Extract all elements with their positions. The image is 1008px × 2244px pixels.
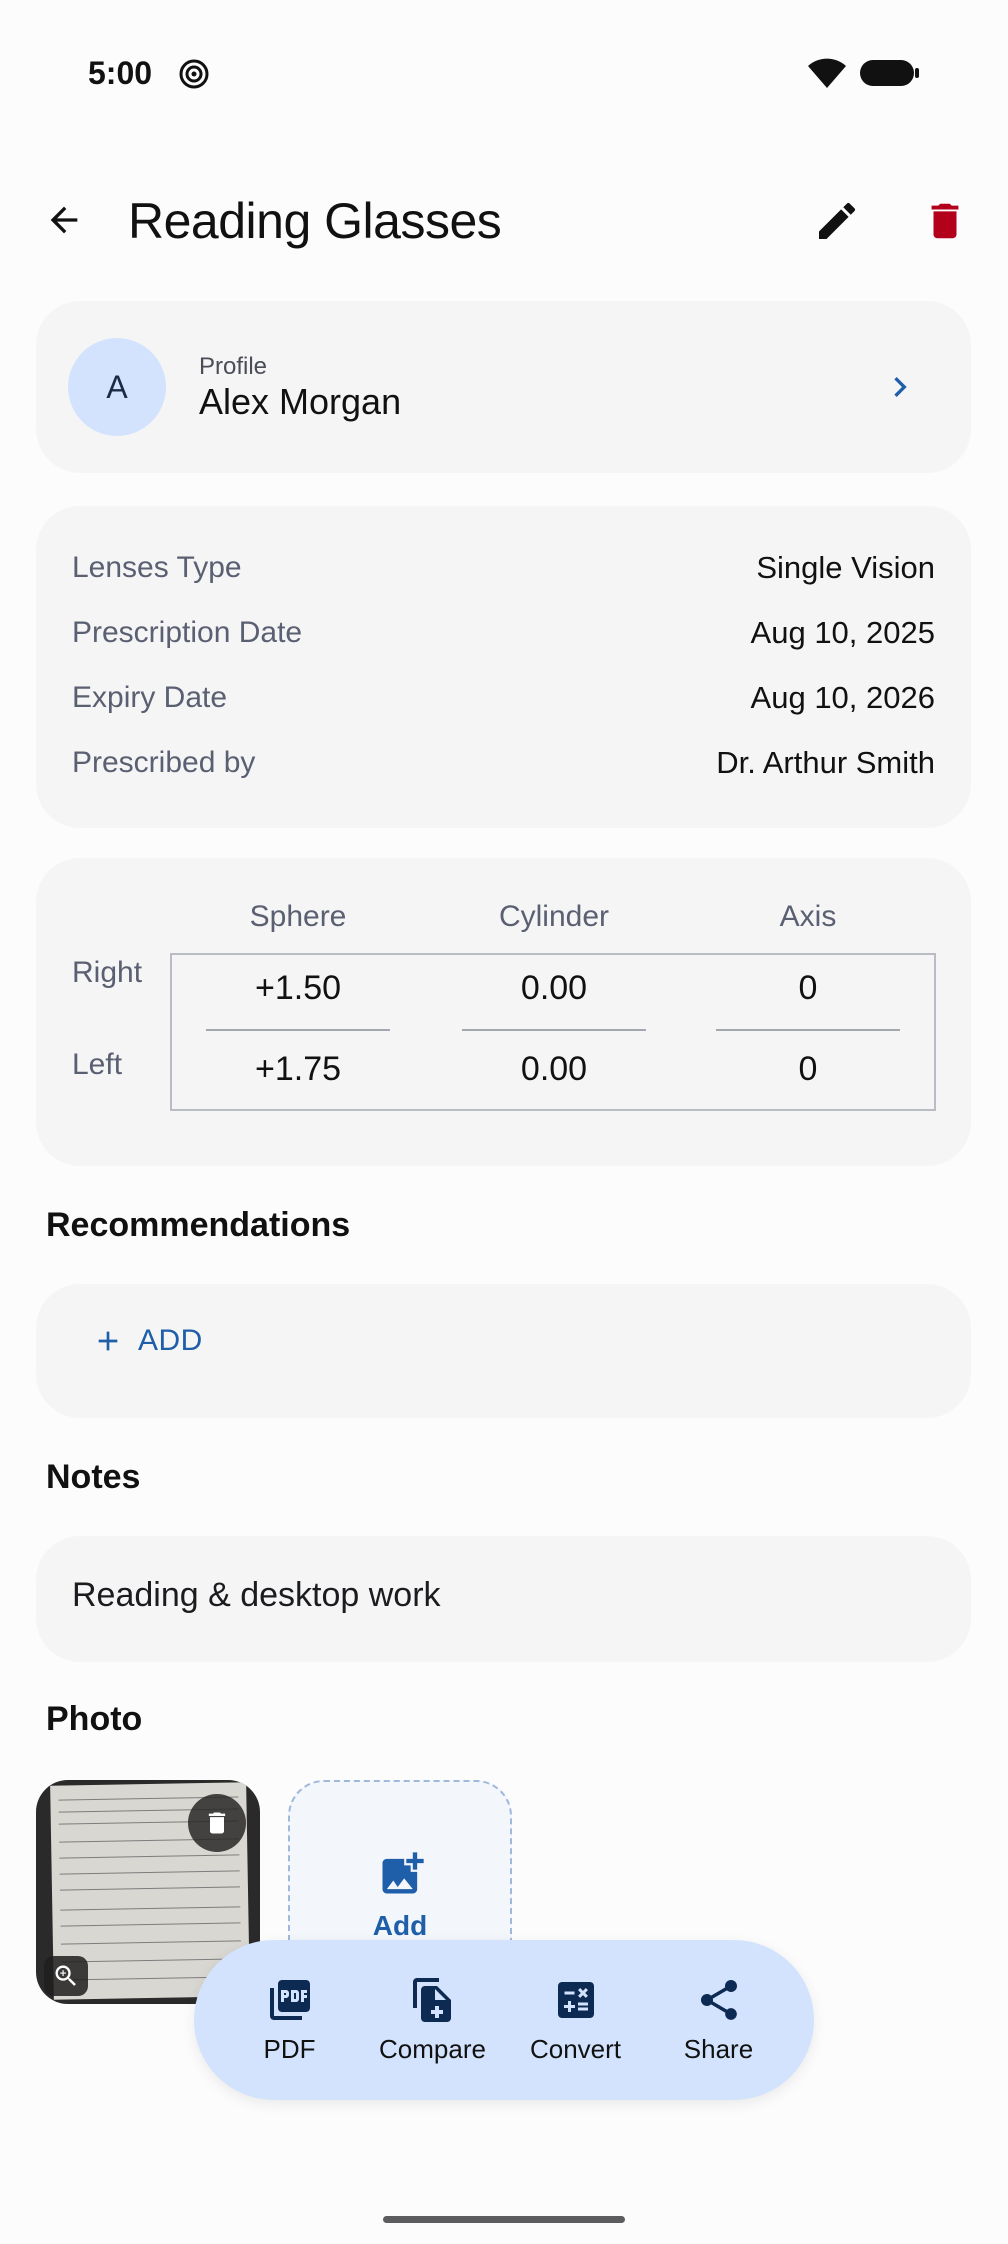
- wifi-icon: [808, 58, 846, 88]
- pdf-button[interactable]: PDF: [225, 1976, 355, 2065]
- right-sphere-value: +1.50: [254, 969, 342, 1007]
- recommendations-card: ADD: [36, 1284, 971, 1418]
- back-button[interactable]: [38, 194, 90, 246]
- arrow-back-icon: [50, 206, 78, 234]
- compare-button[interactable]: Compare: [368, 1976, 498, 2065]
- prescription-table: +1.50 0.00 0 +1.75 0.00 0: [170, 953, 936, 1111]
- column-header-cylinder: Cylinder: [498, 900, 610, 933]
- row-label-right: Right: [72, 956, 143, 989]
- row-label-left: Left: [72, 1048, 123, 1081]
- detail-value: Aug 10, 2026: [750, 680, 935, 715]
- zoom-in-icon: [55, 1965, 76, 1986]
- recommendations-heading: Recommendations: [46, 1206, 351, 1244]
- detail-label: Lenses Type: [72, 551, 242, 584]
- share-label: Share: [683, 2033, 754, 2064]
- divider: [716, 1029, 900, 1031]
- detail-label: Prescription Date: [72, 616, 303, 649]
- page-title: Reading Glasses: [128, 193, 502, 249]
- notes-card[interactable]: Reading & desktop work: [36, 1536, 971, 1662]
- convert-button[interactable]: Convert: [511, 1976, 641, 2065]
- add-photo-icon: [382, 1852, 424, 1894]
- prescription-card: Sphere Cylinder Axis Right Left +1.50 0.…: [36, 858, 971, 1166]
- photo-heading: Photo: [46, 1700, 143, 1738]
- battery-icon: [860, 60, 919, 86]
- pdf-icon: [266, 1976, 314, 2024]
- divider: [206, 1029, 390, 1031]
- trash-icon: [931, 203, 959, 239]
- detail-row-prescription-date: Prescription Date Aug 10, 2025: [72, 608, 935, 658]
- avatar: A: [68, 338, 166, 436]
- profile-card[interactable]: A Profile Alex Morgan: [36, 301, 971, 473]
- trash-icon: [208, 1812, 226, 1834]
- convert-label: Convert: [529, 2033, 622, 2064]
- app-bar: Reading Glasses: [0, 180, 1008, 262]
- profile-name: Alex Morgan: [199, 381, 402, 422]
- detail-value: Aug 10, 2025: [750, 615, 935, 650]
- pdf-label: PDF: [263, 2033, 316, 2064]
- delete-photo-button[interactable]: [188, 1794, 246, 1852]
- share-icon: [695, 1976, 743, 2024]
- detail-row-prescribed-by: Prescribed by Dr. Arthur Smith: [72, 738, 935, 788]
- details-card: Lenses Type Single Vision Prescription D…: [36, 506, 971, 828]
- calculator-icon: [552, 1976, 600, 2024]
- share-button[interactable]: Share: [654, 1976, 784, 2065]
- home-indicator[interactable]: [383, 2216, 625, 2223]
- compare-icon: [409, 1976, 457, 2024]
- profile-label: Profile: [199, 353, 268, 380]
- plus-icon: [98, 1331, 118, 1351]
- add-photo-label: Add: [372, 1910, 428, 1941]
- compare-label: Compare: [379, 2033, 486, 2064]
- divider: [462, 1029, 646, 1031]
- left-axis-value: 0: [798, 1050, 818, 1088]
- column-header-sphere: Sphere: [249, 900, 347, 933]
- delete-button[interactable]: [918, 194, 972, 248]
- detail-label: Expiry Date: [72, 681, 228, 714]
- detail-value: Single Vision: [756, 550, 935, 585]
- floating-action-bar: PDF Compare Convert Share: [194, 1940, 814, 2100]
- left-cylinder-value: 0.00: [520, 1050, 588, 1088]
- left-sphere-value: +1.75: [254, 1050, 342, 1088]
- add-recommendation-label: ADD: [138, 1324, 203, 1357]
- detail-row-lenses-type: Lenses Type Single Vision: [72, 543, 935, 593]
- focus-mode-icon: [179, 59, 209, 89]
- add-recommendation-button[interactable]: ADD: [92, 1324, 203, 1358]
- chevron-right-icon: [894, 377, 907, 397]
- detail-label: Prescribed by: [72, 746, 256, 779]
- right-cylinder-value: 0.00: [520, 969, 588, 1007]
- status-bar: 5:00: [0, 0, 1008, 140]
- detail-value: Dr. Arthur Smith: [716, 745, 935, 780]
- status-time: 5:00: [88, 55, 153, 91]
- column-header-axis: Axis: [779, 900, 837, 933]
- notes-text: Reading & desktop work: [72, 1576, 441, 1614]
- zoom-photo-button[interactable]: [44, 1956, 88, 1996]
- right-axis-value: 0: [798, 969, 818, 1007]
- profile-open-button[interactable]: [874, 361, 926, 413]
- detail-row-expiry-date: Expiry Date Aug 10, 2026: [72, 673, 935, 723]
- notes-heading: Notes: [46, 1458, 141, 1496]
- edit-button[interactable]: [810, 194, 864, 248]
- pencil-icon: [819, 202, 856, 239]
